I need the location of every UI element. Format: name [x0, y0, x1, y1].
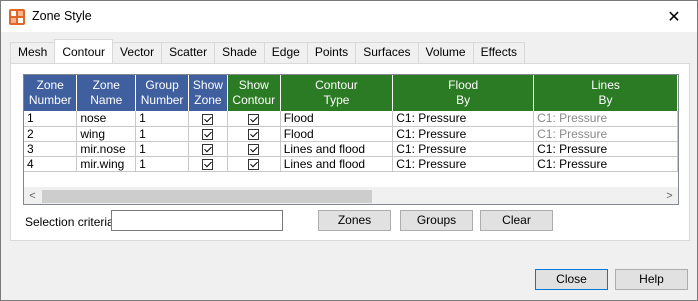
cell-zone-number[interactable]: 3 — [24, 141, 78, 157]
cell-contour-type[interactable]: Lines and flood — [280, 141, 394, 157]
header-zone-number[interactable]: Zone Number — [24, 75, 78, 111]
style-tabs: Mesh Contour Vector Scatter Shade Edge P… — [10, 39, 526, 63]
cell-zone-name[interactable]: mir.wing — [76, 156, 137, 172]
cell-lines-by[interactable]: C1: Pressure — [533, 156, 678, 172]
cell-zone-number[interactable]: 2 — [24, 126, 78, 142]
show-zone-checkbox[interactable] — [202, 113, 214, 125]
selection-criteria-input[interactable] — [111, 210, 283, 231]
zone-table: Zone Number Zone Name Group Number Show Zone… — [24, 75, 678, 172]
title-bar: Zone Style ✕ — [1, 1, 697, 32]
help-button[interactable]: Help — [615, 269, 688, 290]
selection-criteria-label: Selection criteria: — [25, 215, 118, 229]
tab-surfaces[interactable]: Surfaces — [355, 42, 419, 63]
contour-tab-panel: Zone Number Zone Name Group Number Show Zone… — [10, 63, 690, 241]
close-window-icon[interactable]: ✕ — [651, 1, 697, 32]
tab-shade[interactable]: Shade — [214, 42, 265, 63]
horizontal-scrollbar[interactable]: < > — [24, 187, 678, 204]
cell-lines-by: C1: Pressure — [533, 126, 678, 142]
clear-button[interactable]: Clear — [480, 210, 553, 231]
cell-show-zone[interactable] — [188, 156, 228, 172]
cell-group-number[interactable]: 1 — [135, 111, 189, 127]
cell-group-number[interactable]: 1 — [135, 156, 189, 172]
scroll-right-icon[interactable]: > — [661, 188, 678, 204]
tab-edge[interactable]: Edge — [263, 42, 308, 63]
cell-zone-name[interactable]: wing — [76, 126, 137, 142]
cell-contour-type[interactable]: Lines and flood — [280, 156, 394, 172]
table-row[interactable]: 1 nose 1 Flood C1: Pressure C1: Pressure — [24, 111, 678, 127]
scroll-left-icon[interactable]: < — [24, 188, 41, 204]
cell-show-zone[interactable] — [188, 141, 228, 157]
tab-effects[interactable]: Effects — [472, 42, 526, 63]
cell-contour-type[interactable]: Flood — [280, 111, 394, 127]
grid-header-row: Zone Number Zone Name Group Number Show Zone… — [24, 75, 678, 111]
cell-zone-name[interactable]: nose — [76, 111, 137, 127]
tab-vector[interactable]: Vector — [112, 42, 163, 63]
cell-flood-by[interactable]: C1: Pressure — [392, 141, 535, 157]
show-zone-checkbox[interactable] — [202, 158, 214, 170]
table-row[interactable]: 3 mir.nose 1 Lines and flood C1: Pressur… — [24, 141, 678, 157]
cell-lines-by[interactable]: C1: Pressure — [533, 141, 678, 157]
cell-zone-number[interactable]: 1 — [24, 111, 78, 127]
show-zone-checkbox[interactable] — [202, 128, 214, 140]
cell-zone-number[interactable]: 4 — [24, 156, 78, 172]
cell-group-number[interactable]: 1 — [135, 141, 189, 157]
cell-zone-name[interactable]: mir.nose — [76, 141, 137, 157]
tecplot-app-icon — [9, 9, 25, 25]
header-lines-by[interactable]: Lines By — [533, 75, 678, 111]
cell-show-contour[interactable] — [227, 126, 281, 142]
show-contour-checkbox[interactable] — [248, 128, 260, 140]
cell-flood-by[interactable]: C1: Pressure — [392, 126, 535, 142]
show-contour-checkbox[interactable] — [248, 143, 260, 155]
header-show-zone[interactable]: Show Zone — [188, 75, 228, 111]
cell-flood-by[interactable]: C1: Pressure — [392, 156, 535, 172]
tab-volume[interactable]: Volume — [417, 42, 474, 63]
close-button[interactable]: Close — [535, 269, 608, 290]
show-contour-checkbox[interactable] — [248, 113, 260, 125]
zones-button[interactable]: Zones — [318, 210, 391, 231]
groups-button[interactable]: Groups — [400, 210, 473, 231]
tab-points[interactable]: Points — [306, 42, 357, 63]
cell-flood-by[interactable]: C1: Pressure — [392, 111, 535, 127]
show-zone-checkbox[interactable] — [202, 143, 214, 155]
show-contour-checkbox[interactable] — [248, 158, 260, 170]
scroll-thumb[interactable] — [42, 190, 372, 203]
cell-show-contour[interactable] — [227, 111, 281, 127]
zone-style-dialog: Zone Style ✕ Mesh Contour Vector Scatter… — [0, 0, 698, 301]
header-flood-by[interactable]: Flood By — [392, 75, 535, 111]
header-show-contour[interactable]: Show Contour — [227, 75, 281, 111]
table-row[interactable]: 2 wing 1 Flood C1: Pressure C1: Pressure — [24, 126, 678, 142]
tab-mesh[interactable]: Mesh — [10, 42, 56, 63]
cell-show-zone[interactable] — [188, 126, 228, 142]
header-group-number[interactable]: Group Number — [135, 75, 189, 111]
zone-grid: Zone Number Zone Name Group Number Show Zone… — [23, 74, 679, 205]
tab-contour[interactable]: Contour — [54, 39, 114, 63]
header-contour-type[interactable]: Contour Type — [280, 75, 394, 111]
cell-contour-type[interactable]: Flood — [280, 126, 394, 142]
cell-lines-by: C1: Pressure — [533, 111, 678, 127]
cell-show-contour[interactable] — [227, 141, 281, 157]
cell-group-number[interactable]: 1 — [135, 126, 189, 142]
cell-show-contour[interactable] — [227, 156, 281, 172]
header-zone-name[interactable]: Zone Name — [76, 75, 137, 111]
table-row[interactable]: 4 mir.wing 1 Lines and flood C1: Pressur… — [24, 156, 678, 172]
tab-scatter[interactable]: Scatter — [161, 42, 216, 63]
window-title: Zone Style — [32, 9, 92, 23]
cell-show-zone[interactable] — [188, 111, 228, 127]
